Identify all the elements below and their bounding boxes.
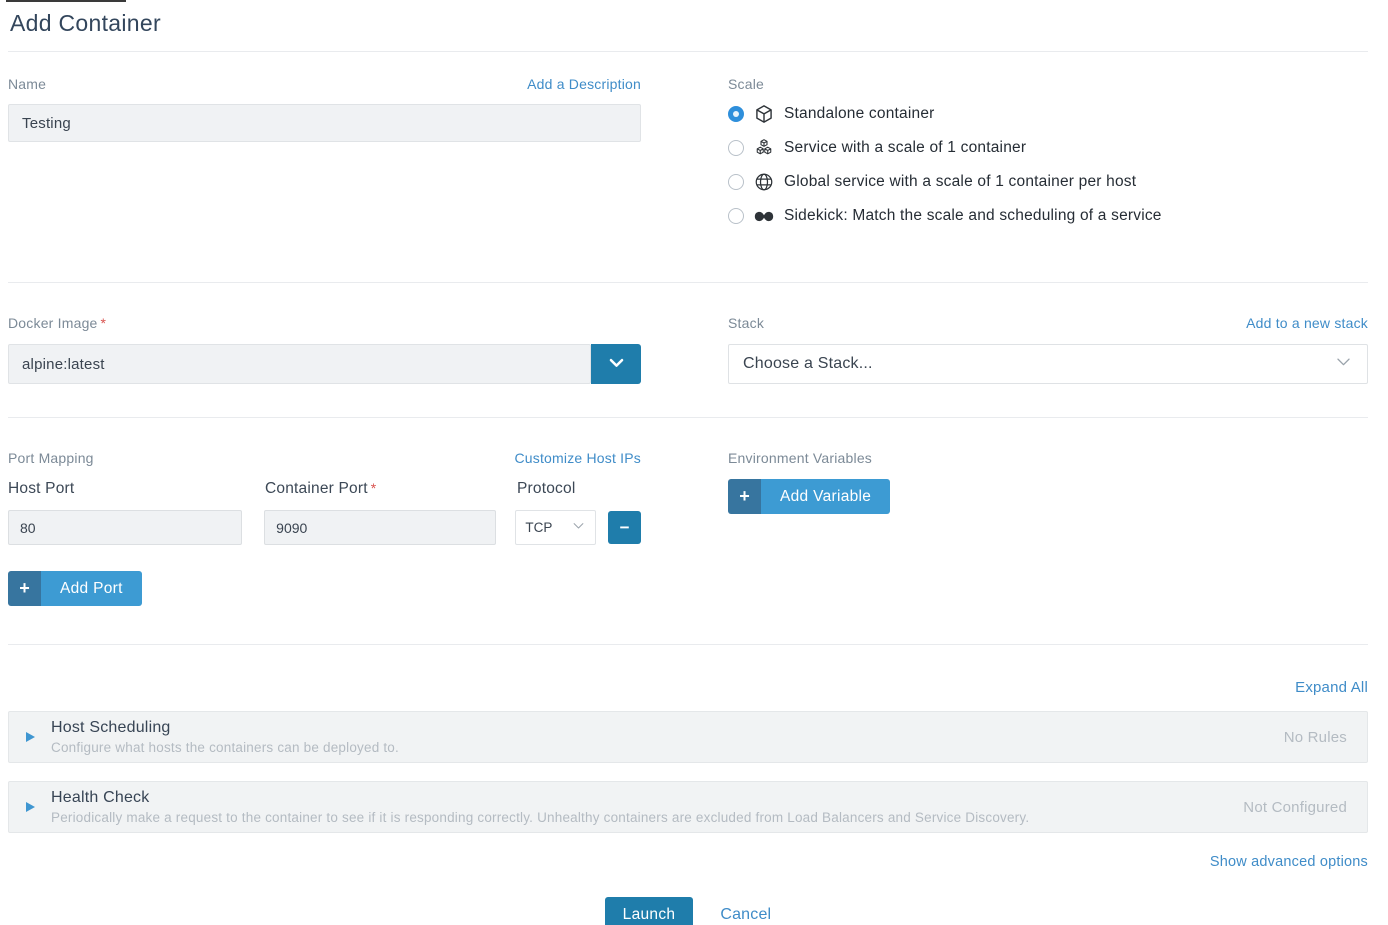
name-input[interactable]	[8, 104, 641, 142]
scale-options: Standalone container Service with a scal…	[728, 102, 1368, 228]
image-stack-section: Docker Image* Stack Add to a new stack C…	[8, 283, 1368, 417]
launch-button[interactable]: Launch	[605, 897, 694, 925]
container-port-input[interactable]	[264, 510, 496, 545]
scale-option-label: Sidekick: Match the scale and scheduling…	[784, 207, 1162, 225]
protocol-select-value: TCP	[525, 520, 552, 535]
environment-column: Environment Variables + Add Variable	[728, 450, 1368, 606]
add-variable-button[interactable]: + Add Variable	[728, 479, 890, 514]
scale-option-sidekick[interactable]: Sidekick: Match the scale and scheduling…	[728, 204, 1368, 228]
image-dropdown-button[interactable]	[591, 344, 641, 384]
required-marker: *	[371, 480, 377, 496]
name-scale-section: Name Add a Description Scale	[8, 52, 1368, 282]
scale-column: Scale Standalone container	[728, 76, 1368, 238]
stack-label: Stack	[728, 315, 764, 331]
section-divider	[8, 644, 1368, 645]
scale-option-label: Standalone container	[784, 105, 935, 123]
remove-port-button[interactable]: −	[608, 511, 641, 544]
scale-option-label: Service with a scale of 1 container	[784, 139, 1026, 157]
name-label: Name	[8, 76, 46, 92]
host-port-label: Host Port	[8, 480, 265, 498]
add-container-page: Add Container Name Add a Description Sca…	[0, 0, 1388, 925]
host-port-input[interactable]	[8, 510, 242, 545]
health-check-title: Health Check	[51, 789, 1219, 807]
chevron-down-icon	[571, 518, 586, 538]
mask-icon	[752, 210, 776, 223]
chevron-down-icon	[1334, 352, 1353, 376]
customize-host-ips-link[interactable]: Customize Host IPs	[514, 450, 641, 466]
port-mapping-column: Port Mapping Customize Host IPs Host Por…	[8, 450, 641, 606]
show-advanced-options-link[interactable]: Show advanced options	[1210, 854, 1368, 870]
container-port-label: Container Port*	[265, 480, 517, 498]
add-description-link[interactable]: Add a Description	[527, 76, 641, 92]
plus-icon: +	[728, 479, 761, 514]
add-new-stack-link[interactable]: Add to a new stack	[1246, 315, 1368, 331]
scale-option-service[interactable]: Service with a scale of 1 container	[728, 136, 1368, 160]
footer-actions: Launch Cancel	[8, 897, 1368, 925]
port-row: TCP −	[8, 510, 641, 545]
host-scheduling-title: Host Scheduling	[51, 719, 1260, 737]
stack-column: Stack Add to a new stack Choose a Stack.…	[728, 315, 1368, 384]
health-check-text: Health Check Periodically make a request…	[51, 789, 1219, 825]
host-scheduling-row[interactable]: Host Scheduling Configure what hosts the…	[8, 711, 1368, 763]
scale-label: Scale	[728, 76, 764, 92]
host-scheduling-description: Configure what hosts the containers can …	[51, 740, 1260, 755]
docker-image-column: Docker Image*	[8, 315, 641, 384]
required-marker: *	[101, 315, 107, 331]
top-edge-artifact	[6, 0, 126, 2]
radio-unselected-icon[interactable]	[728, 208, 744, 224]
expand-triangle-icon[interactable]	[26, 802, 35, 812]
minus-icon: −	[620, 518, 630, 537]
globe-icon	[752, 172, 776, 192]
ports-env-section: Port Mapping Customize Host IPs Host Por…	[8, 418, 1368, 644]
port-mapping-label: Port Mapping	[8, 450, 94, 466]
cubes-cluster-icon	[752, 138, 776, 158]
health-check-row[interactable]: Health Check Periodically make a request…	[8, 781, 1368, 833]
protocol-label: Protocol	[517, 480, 575, 498]
add-variable-label: Add Variable	[761, 479, 890, 514]
docker-image-label: Docker Image*	[8, 315, 106, 331]
stack-select[interactable]: Choose a Stack...	[728, 344, 1368, 384]
cancel-button[interactable]: Cancel	[720, 906, 771, 924]
add-port-label: Add Port	[41, 571, 142, 606]
scale-option-global[interactable]: Global service with a scale of 1 contain…	[728, 170, 1368, 194]
cube-icon	[752, 104, 776, 124]
radio-unselected-icon[interactable]	[728, 174, 744, 190]
chevron-down-icon	[607, 353, 626, 375]
page-title: Add Container	[10, 10, 1368, 37]
protocol-select[interactable]: TCP	[515, 510, 596, 545]
name-column: Name Add a Description	[8, 76, 641, 238]
health-check-status: Not Configured	[1243, 799, 1347, 816]
host-scheduling-status: No Rules	[1284, 729, 1347, 746]
radio-selected-icon[interactable]	[728, 106, 744, 122]
scale-option-standalone[interactable]: Standalone container	[728, 102, 1368, 126]
host-scheduling-text: Host Scheduling Configure what hosts the…	[51, 719, 1260, 755]
add-port-button[interactable]: + Add Port	[8, 571, 142, 606]
health-check-description: Periodically make a request to the conta…	[51, 810, 1219, 825]
scale-option-label: Global service with a scale of 1 contain…	[784, 173, 1136, 191]
plus-icon: +	[8, 571, 41, 606]
expand-triangle-icon[interactable]	[26, 732, 35, 742]
environment-variables-label: Environment Variables	[728, 450, 872, 466]
stack-select-value: Choose a Stack...	[743, 355, 873, 373]
radio-unselected-icon[interactable]	[728, 140, 744, 156]
docker-image-input[interactable]	[8, 344, 591, 384]
expand-all-link[interactable]: Expand All	[1295, 679, 1368, 696]
